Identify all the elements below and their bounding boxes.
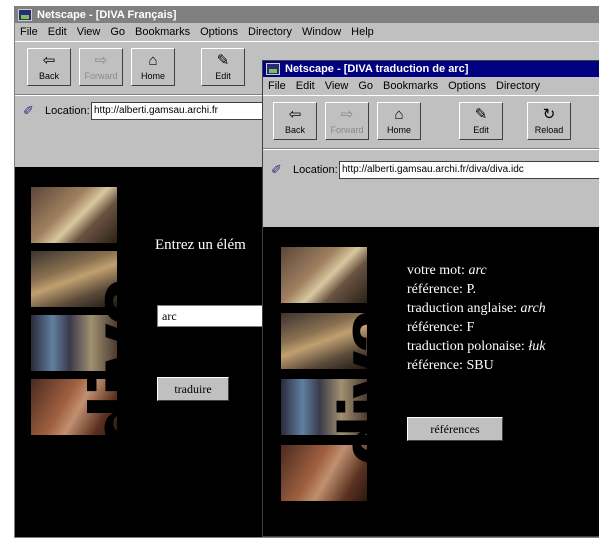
back-arrow-icon: ⇦ xyxy=(288,106,302,123)
front-menubar: File Edit View Go Bookmarks Options Directory xyxy=(263,77,599,95)
netscape-icon xyxy=(266,63,280,75)
result-lines: votre mot: arc référence: P. traduction … xyxy=(407,261,546,375)
forward-button[interactable]: ⇨ Forward xyxy=(79,48,123,86)
menu-go[interactable]: Go xyxy=(105,23,130,41)
back-arrow-icon: ⇦ xyxy=(42,52,56,69)
pencil-icon: ✎ xyxy=(474,106,488,123)
word-input[interactable]: arc xyxy=(157,305,277,327)
home-button[interactable]: ⌂ Home xyxy=(131,48,175,86)
references-button[interactable]: références xyxy=(407,417,503,441)
line-votre-mot: votre mot: arc xyxy=(407,263,487,278)
home-icon: ⌂ xyxy=(394,106,404,123)
menu-go[interactable]: Go xyxy=(353,77,378,95)
line-traduction-polonaise: traduction polonaise: łuk xyxy=(407,339,546,354)
location-label: Location: xyxy=(45,105,90,117)
edit-button[interactable]: ✎ Edit xyxy=(201,48,245,86)
menu-bookmarks[interactable]: Bookmarks xyxy=(378,77,443,95)
back-button[interactable]: ⇦ Back xyxy=(27,48,71,86)
location-label: Location: xyxy=(293,164,338,176)
home-button[interactable]: ⌂ Home xyxy=(377,102,421,140)
back-window-titlebar[interactable]: Netscape - [DIVA Français] xyxy=(15,7,599,23)
diva-logo: diva xyxy=(322,310,418,467)
front-window-titlebar[interactable]: Netscape - [DIVA traduction de arc] xyxy=(263,61,599,77)
menu-window[interactable]: Window xyxy=(297,23,346,41)
pencil-icon: ✎ xyxy=(216,52,230,69)
line-reference-p: référence: P. xyxy=(407,282,477,297)
location-url-field[interactable]: http://alberti.gamsau.archi.fr/diva/diva… xyxy=(339,161,599,179)
front-toolbar: ⇦ Back ⇨ Forward ⌂ Home ✎ Edit ↻ Reload xyxy=(263,95,599,149)
forward-arrow-icon: ⇨ xyxy=(340,106,354,123)
bookmark-link-icon[interactable]: ✐ xyxy=(23,103,39,119)
bookmark-link-icon[interactable]: ✐ xyxy=(271,162,287,178)
front-page-content: diva votre mot: arc référence: P. traduc… xyxy=(263,227,599,536)
menu-view[interactable]: View xyxy=(72,23,106,41)
diva-photo-1 xyxy=(281,247,367,303)
diva-photo-1 xyxy=(31,187,117,243)
menu-help[interactable]: Help xyxy=(346,23,379,41)
back-window-title: Netscape - [DIVA Français] xyxy=(37,9,177,21)
entry-prompt: Entrez un élém xyxy=(155,237,246,253)
front-window-title: Netscape - [DIVA traduction de arc] xyxy=(285,63,469,75)
netscape-icon xyxy=(18,9,32,21)
reload-button[interactable]: ↻ Reload xyxy=(527,102,571,140)
line-reference-f: référence: F xyxy=(407,320,475,335)
traduire-button[interactable]: traduire xyxy=(157,377,229,401)
home-icon: ⌂ xyxy=(148,52,158,69)
menu-directory[interactable]: Directory xyxy=(243,23,297,41)
menu-file[interactable]: File xyxy=(263,77,291,95)
back-button[interactable]: ⇦ Back xyxy=(273,102,317,140)
reload-icon: ↻ xyxy=(542,106,556,123)
menu-view[interactable]: View xyxy=(320,77,354,95)
forward-arrow-icon: ⇨ xyxy=(94,52,108,69)
menu-edit[interactable]: Edit xyxy=(291,77,320,95)
menu-bookmarks[interactable]: Bookmarks xyxy=(130,23,195,41)
menu-directory[interactable]: Directory xyxy=(491,77,545,95)
edit-button[interactable]: ✎ Edit xyxy=(459,102,503,140)
menu-file[interactable]: File xyxy=(15,23,43,41)
front-browser-window: Netscape - [DIVA traduction de arc] File… xyxy=(262,60,599,537)
menu-options[interactable]: Options xyxy=(443,77,491,95)
line-reference-sbu: référence: SBU xyxy=(407,358,494,373)
back-menubar: File Edit View Go Bookmarks Options Directory W… xyxy=(15,23,599,41)
location-url-field[interactable]: http://alberti.gamsau.archi.fr xyxy=(91,102,271,120)
menu-options[interactable]: Options xyxy=(195,23,243,41)
menu-edit[interactable]: Edit xyxy=(43,23,72,41)
front-location-bar: ✐ Location: http://alberti.gamsau.archi.… xyxy=(263,149,599,190)
forward-button[interactable]: ⇨ Forward xyxy=(325,102,369,140)
line-traduction-anglaise: traduction anglaise: arch xyxy=(407,301,546,316)
